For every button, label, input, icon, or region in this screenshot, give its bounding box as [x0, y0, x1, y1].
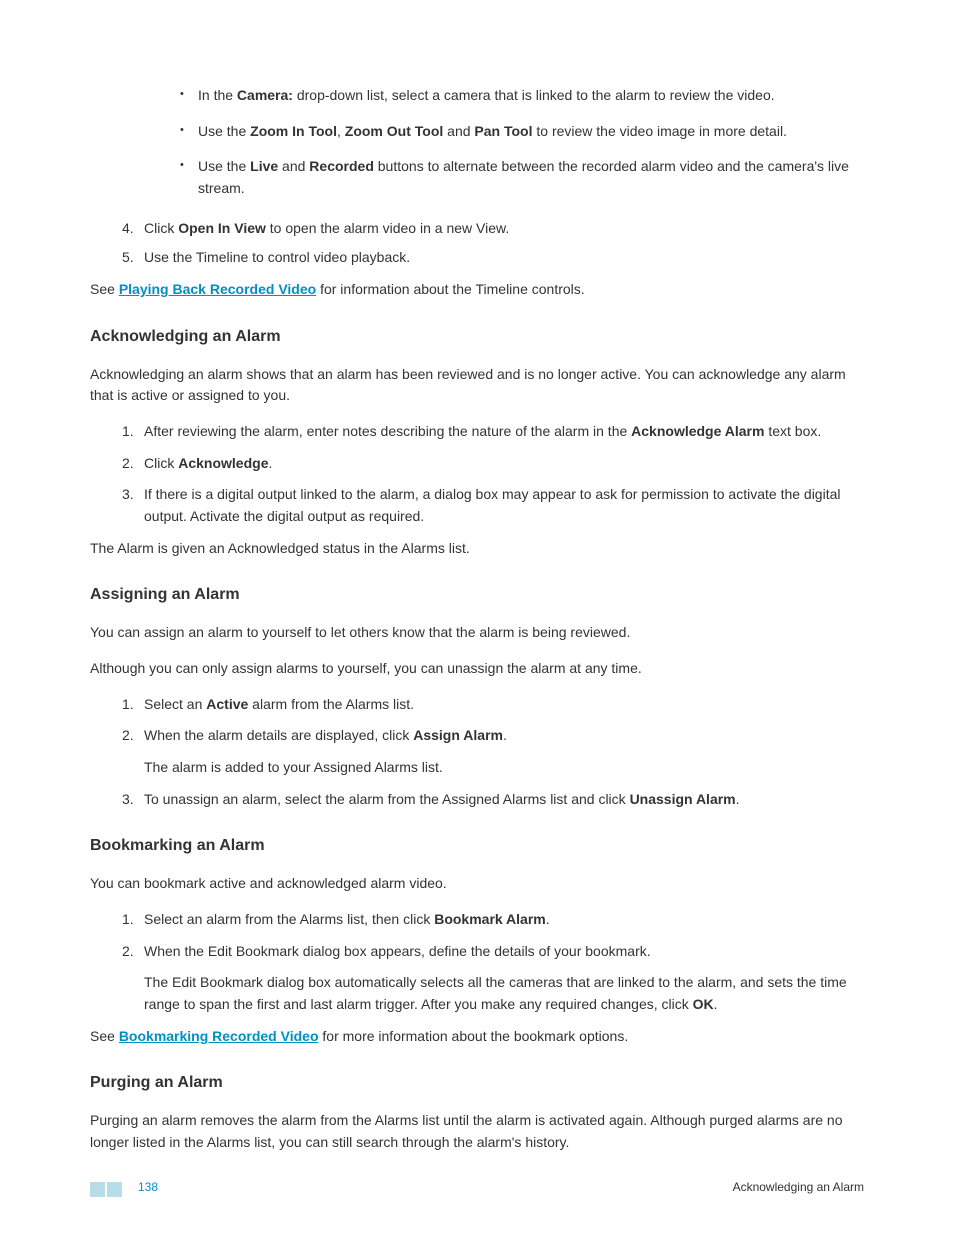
step-item: 5.Use the Timeline to control video play… [122, 247, 864, 269]
acknowledging-outro: The Alarm is given an Acknowledged statu… [90, 538, 864, 560]
bookmarking-substep: The Edit Bookmark dialog box automatical… [144, 972, 864, 1015]
playing-back-recorded-video-link[interactable]: Playing Back Recorded Video [119, 281, 316, 297]
bookmarking-recorded-video-link[interactable]: Bookmarking Recorded Video [119, 1028, 319, 1044]
bookmarking-intro: You can bookmark active and acknowledged… [90, 873, 864, 895]
step-item: 2.Click Acknowledge. [122, 453, 864, 475]
footer-left: 138 [90, 1178, 158, 1197]
assigning-intro-1: You can assign an alarm to yourself to l… [90, 622, 864, 644]
continued-steps: 4.Click Open In View to open the alarm v… [122, 218, 864, 269]
assigning-heading: Assigning an Alarm [90, 583, 864, 608]
camera-review-bullets: In the Camera: drop-down list, select a … [180, 85, 864, 200]
assigning-intro-2: Although you can only assign alarms to y… [90, 658, 864, 680]
page-footer: 138 Acknowledging an Alarm [90, 1178, 864, 1197]
step-item: 4.Click Open In View to open the alarm v… [122, 218, 864, 240]
step-item: 3.To unassign an alarm, select the alarm… [122, 789, 864, 811]
step-item: 3.If there is a digital output linked to… [122, 484, 864, 527]
footer-section-title: Acknowledging an Alarm [733, 1178, 864, 1197]
step-item: 2.When the Edit Bookmark dialog box appe… [122, 941, 864, 1016]
bookmarking-heading: Bookmarking an Alarm [90, 834, 864, 859]
step-item: 1.Select an Active alarm from the Alarms… [122, 694, 864, 716]
purging-intro: Purging an alarm removes the alarm from … [90, 1110, 864, 1153]
acknowledging-steps: 1.After reviewing the alarm, enter notes… [122, 421, 864, 528]
bookmarking-steps: 1.Select an alarm from the Alarms list, … [122, 909, 864, 1016]
acknowledging-intro: Acknowledging an alarm shows that an ala… [90, 364, 864, 407]
page-number: 138 [138, 1178, 158, 1197]
footer-logo-icon [90, 1179, 128, 1197]
bullet-item: Use the Live and Recorded buttons to alt… [180, 156, 864, 199]
bullet-item: Use the Zoom In Tool, Zoom Out Tool and … [180, 121, 864, 143]
see-bookmark-paragraph: See Bookmarking Recorded Video for more … [90, 1026, 864, 1048]
assigning-substep: The alarm is added to your Assigned Alar… [144, 757, 864, 779]
bullet-item: In the Camera: drop-down list, select a … [180, 85, 864, 107]
purging-heading: Purging an Alarm [90, 1071, 864, 1096]
step-item: 1.Select an alarm from the Alarms list, … [122, 909, 864, 931]
assigning-steps: 1.Select an Active alarm from the Alarms… [122, 694, 864, 811]
see-playback-paragraph: See Playing Back Recorded Video for info… [90, 279, 864, 301]
step-item: 2.When the alarm details are displayed, … [122, 725, 864, 778]
acknowledging-heading: Acknowledging an Alarm [90, 325, 864, 350]
step-item: 1.After reviewing the alarm, enter notes… [122, 421, 864, 443]
